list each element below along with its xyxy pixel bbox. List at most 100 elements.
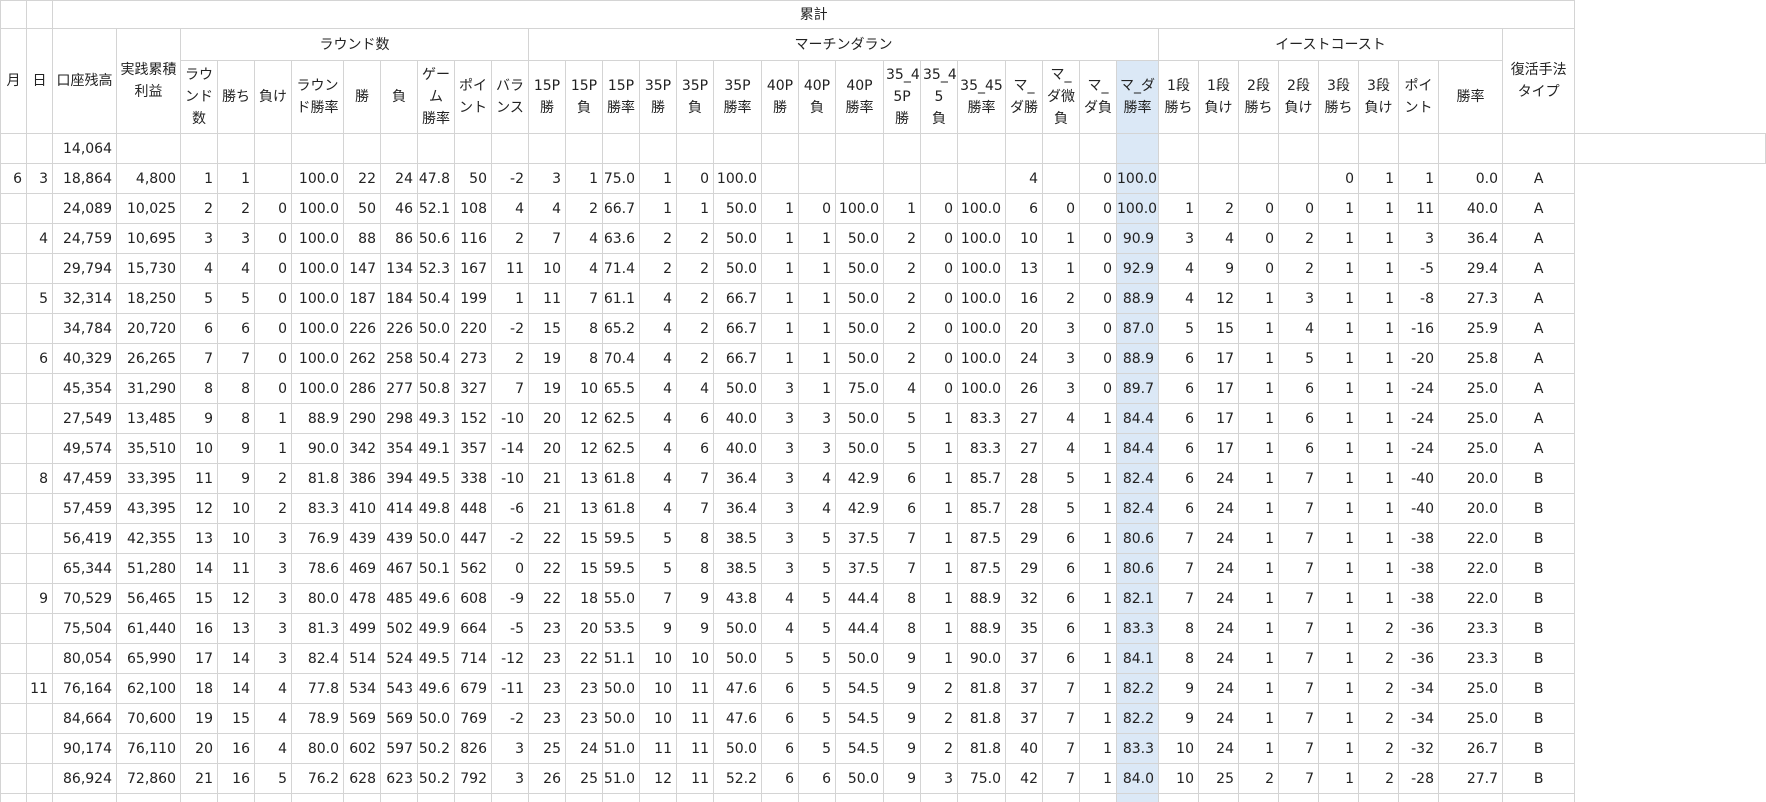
cell[interactable]: 52.1 <box>417 193 455 224</box>
cell[interactable]: 66.7 <box>713 313 762 344</box>
cell[interactable]: 6 <box>1042 613 1080 644</box>
cell[interactable]: -14 <box>491 433 529 464</box>
cell[interactable]: 50.0 <box>602 703 640 734</box>
cell[interactable]: 50.8 <box>417 373 455 404</box>
cell[interactable]: 11 <box>1398 193 1439 224</box>
cell[interactable]: 90.0 <box>957 643 1006 674</box>
cell[interactable]: 1 <box>1318 583 1359 614</box>
cell[interactable]: 5 <box>883 403 921 434</box>
cell[interactable]: 7 <box>1278 463 1319 494</box>
cell[interactable]: 50.6 <box>417 223 455 254</box>
cell[interactable]: 7 <box>1278 523 1319 554</box>
cell[interactable]: 1 <box>1358 583 1399 614</box>
cell[interactable]: 569 <box>343 703 381 734</box>
cell[interactable]: 23 <box>528 703 566 734</box>
cell[interactable] <box>0 613 27 644</box>
cell[interactable]: 24 <box>1198 553 1239 584</box>
cell[interactable] <box>0 313 27 344</box>
cell[interactable]: 1 <box>1079 763 1117 794</box>
cell[interactable]: 3 <box>1158 223 1199 254</box>
cell[interactable]: 10 <box>1158 793 1199 802</box>
cell[interactable]: 11 <box>676 733 714 764</box>
cell[interactable]: 14 <box>180 553 218 584</box>
cell[interactable]: 50.0 <box>835 343 884 374</box>
cell[interactable]: 49.5 <box>417 463 455 494</box>
cell[interactable]: 82.2 <box>1116 703 1159 734</box>
cell[interactable]: 0.0 <box>1438 163 1503 194</box>
cell[interactable]: 0 <box>254 223 292 254</box>
cell[interactable]: 61.8 <box>602 493 640 524</box>
cell[interactable] <box>798 133 836 164</box>
cell[interactable]: 13 <box>180 523 218 554</box>
cell[interactable]: 11 <box>26 673 53 704</box>
cell[interactable]: 569 <box>380 703 418 734</box>
cell[interactable]: 1 <box>1318 193 1359 224</box>
cell[interactable]: 7 <box>883 523 921 554</box>
cell[interactable]: 44.4 <box>835 613 884 644</box>
cell[interactable] <box>417 133 455 164</box>
cell[interactable] <box>0 523 27 554</box>
cell[interactable] <box>957 163 1006 194</box>
cell[interactable]: 6 <box>1278 403 1319 434</box>
cell[interactable]: 1 <box>1318 403 1359 434</box>
cell[interactable]: 4 <box>639 283 677 314</box>
cell[interactable]: 1 <box>254 403 292 434</box>
cell[interactable]: 42,355 <box>116 523 181 554</box>
cell[interactable]: 1 <box>920 493 958 524</box>
cell[interactable]: 1 <box>920 403 958 434</box>
cell[interactable]: 92.9 <box>1116 253 1159 284</box>
cell[interactable]: 10 <box>1158 763 1199 794</box>
cell[interactable]: 4 <box>639 433 677 464</box>
cell[interactable]: 84,610 <box>116 793 181 802</box>
cell[interactable]: 50.0 <box>713 223 762 254</box>
cell[interactable]: 9 <box>1198 253 1239 284</box>
cell[interactable]: 24 <box>1198 493 1239 524</box>
cell[interactable]: 5 <box>254 763 292 794</box>
cell[interactable]: 83.3 <box>1116 613 1159 644</box>
cell[interactable]: 134 <box>380 253 418 284</box>
cell[interactable]: 65,344 <box>52 553 117 584</box>
cell[interactable]: 0 <box>920 313 958 344</box>
cell[interactable]: 10 <box>639 703 677 734</box>
cell[interactable]: 0 <box>1042 193 1080 224</box>
cell[interactable]: 78.6 <box>291 553 344 584</box>
cell[interactable]: 18,250 <box>116 283 181 314</box>
cell[interactable]: 82.4 <box>291 643 344 674</box>
cell[interactable]: 88 <box>343 223 381 254</box>
cell[interactable]: 5 <box>761 643 799 674</box>
cell[interactable]: 100.0 <box>291 223 344 254</box>
cell[interactable]: 2 <box>1278 253 1319 284</box>
cell[interactable]: 4 <box>180 253 218 284</box>
cell[interactable]: 100.0 <box>957 313 1006 344</box>
cell[interactable]: 2 <box>254 463 292 494</box>
cell[interactable]: 6 <box>798 763 836 794</box>
cell[interactable]: 7 <box>1278 703 1319 734</box>
cell[interactable]: 1 <box>1358 313 1399 344</box>
cell[interactable]: 597 <box>380 733 418 764</box>
cell[interactable]: 0 <box>1079 223 1117 254</box>
cell[interactable]: 7 <box>1278 793 1319 802</box>
cell[interactable]: 51.0 <box>602 733 640 764</box>
cell[interactable]: 4 <box>639 403 677 434</box>
cell[interactable]: 4,800 <box>116 163 181 194</box>
cell[interactable]: 1 <box>798 283 836 314</box>
cell[interactable]: 499 <box>343 613 381 644</box>
cell[interactable]: 100.0 <box>291 163 344 194</box>
cell[interactable]: 0 <box>1079 313 1117 344</box>
cell[interactable]: 15 <box>180 583 218 614</box>
cell[interactable]: B <box>1501 673 1576 704</box>
cell[interactable]: 9 <box>217 433 255 464</box>
cell[interactable]: 1 <box>1358 553 1399 584</box>
cell[interactable]: 59.5 <box>602 523 640 554</box>
cell[interactable]: 6 <box>1042 583 1080 614</box>
cell[interactable]: 88.9 <box>291 403 344 434</box>
cell[interactable]: 10 <box>528 253 566 284</box>
cell[interactable]: 24 <box>1198 703 1239 734</box>
cell[interactable]: 6 <box>1158 433 1199 464</box>
cell[interactable]: 2 <box>1358 733 1399 764</box>
cell[interactable]: 9 <box>1158 703 1199 734</box>
cell[interactable]: 226 <box>380 313 418 344</box>
cell[interactable]: 11 <box>639 733 677 764</box>
cell[interactable]: 9 <box>883 763 921 794</box>
cell[interactable]: 7 <box>1278 763 1319 794</box>
